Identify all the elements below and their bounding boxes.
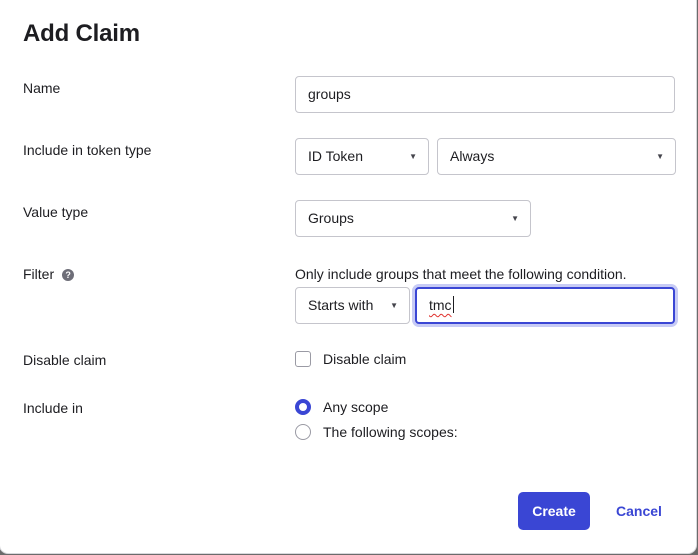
filter-value-input[interactable]: tmc [415, 287, 675, 324]
any-scope-radio-label[interactable]: Any scope [323, 399, 388, 415]
filter-label-group: Filter? [23, 266, 75, 282]
disable-claim-checkbox[interactable] [295, 351, 311, 367]
token-type-select-value: ID Token [308, 148, 363, 164]
any-scope-radio[interactable] [295, 399, 311, 415]
name-input-value: groups [308, 86, 351, 102]
name-input[interactable]: groups [295, 76, 675, 113]
caret-down-icon: ▼ [656, 152, 664, 161]
dialog-title: Add Claim [23, 20, 140, 47]
token-type-select[interactable]: ID Token ▼ [295, 138, 429, 175]
disable-claim-checkbox-label[interactable]: Disable claim [323, 351, 406, 367]
caret-down-icon: ▼ [511, 214, 519, 223]
value-type-label: Value type [23, 204, 89, 220]
text-cursor [452, 296, 454, 313]
value-type-select-value: Groups [308, 210, 354, 226]
filter-hint: Only include groups that meet the follow… [295, 266, 627, 282]
token-frequency-select-value: Always [450, 148, 495, 164]
add-claim-dialog: Add Claim Name groups Include in token t… [0, 0, 696, 553]
include-in-option-any-scope[interactable]: Any scope [295, 399, 388, 415]
include-in-option-following-scopes[interactable]: The following scopes: [295, 424, 458, 440]
value-type-select[interactable]: Groups ▼ [295, 200, 531, 237]
include-in-label: Include in [23, 400, 83, 416]
filter-operator-select[interactable]: Starts with ▼ [295, 287, 410, 324]
token-frequency-select[interactable]: Always ▼ [437, 138, 676, 175]
disable-claim-option[interactable]: Disable claim [295, 351, 406, 367]
cancel-button[interactable]: Cancel [604, 492, 674, 530]
create-button[interactable]: Create [518, 492, 590, 530]
filter-label: Filter [23, 266, 55, 282]
following-scopes-radio[interactable] [295, 424, 311, 440]
name-label: Name [23, 80, 61, 96]
caret-down-icon: ▼ [409, 152, 417, 161]
disable-claim-label: Disable claim [23, 352, 107, 368]
caret-down-icon: ▼ [390, 301, 398, 310]
following-scopes-radio-label[interactable]: The following scopes: [323, 424, 458, 440]
question-circle-icon[interactable]: ? [62, 269, 75, 281]
filter-operator-value: Starts with [308, 297, 374, 313]
token-type-label: Include in token type [23, 142, 152, 158]
filter-value-text: tmc [429, 297, 452, 313]
